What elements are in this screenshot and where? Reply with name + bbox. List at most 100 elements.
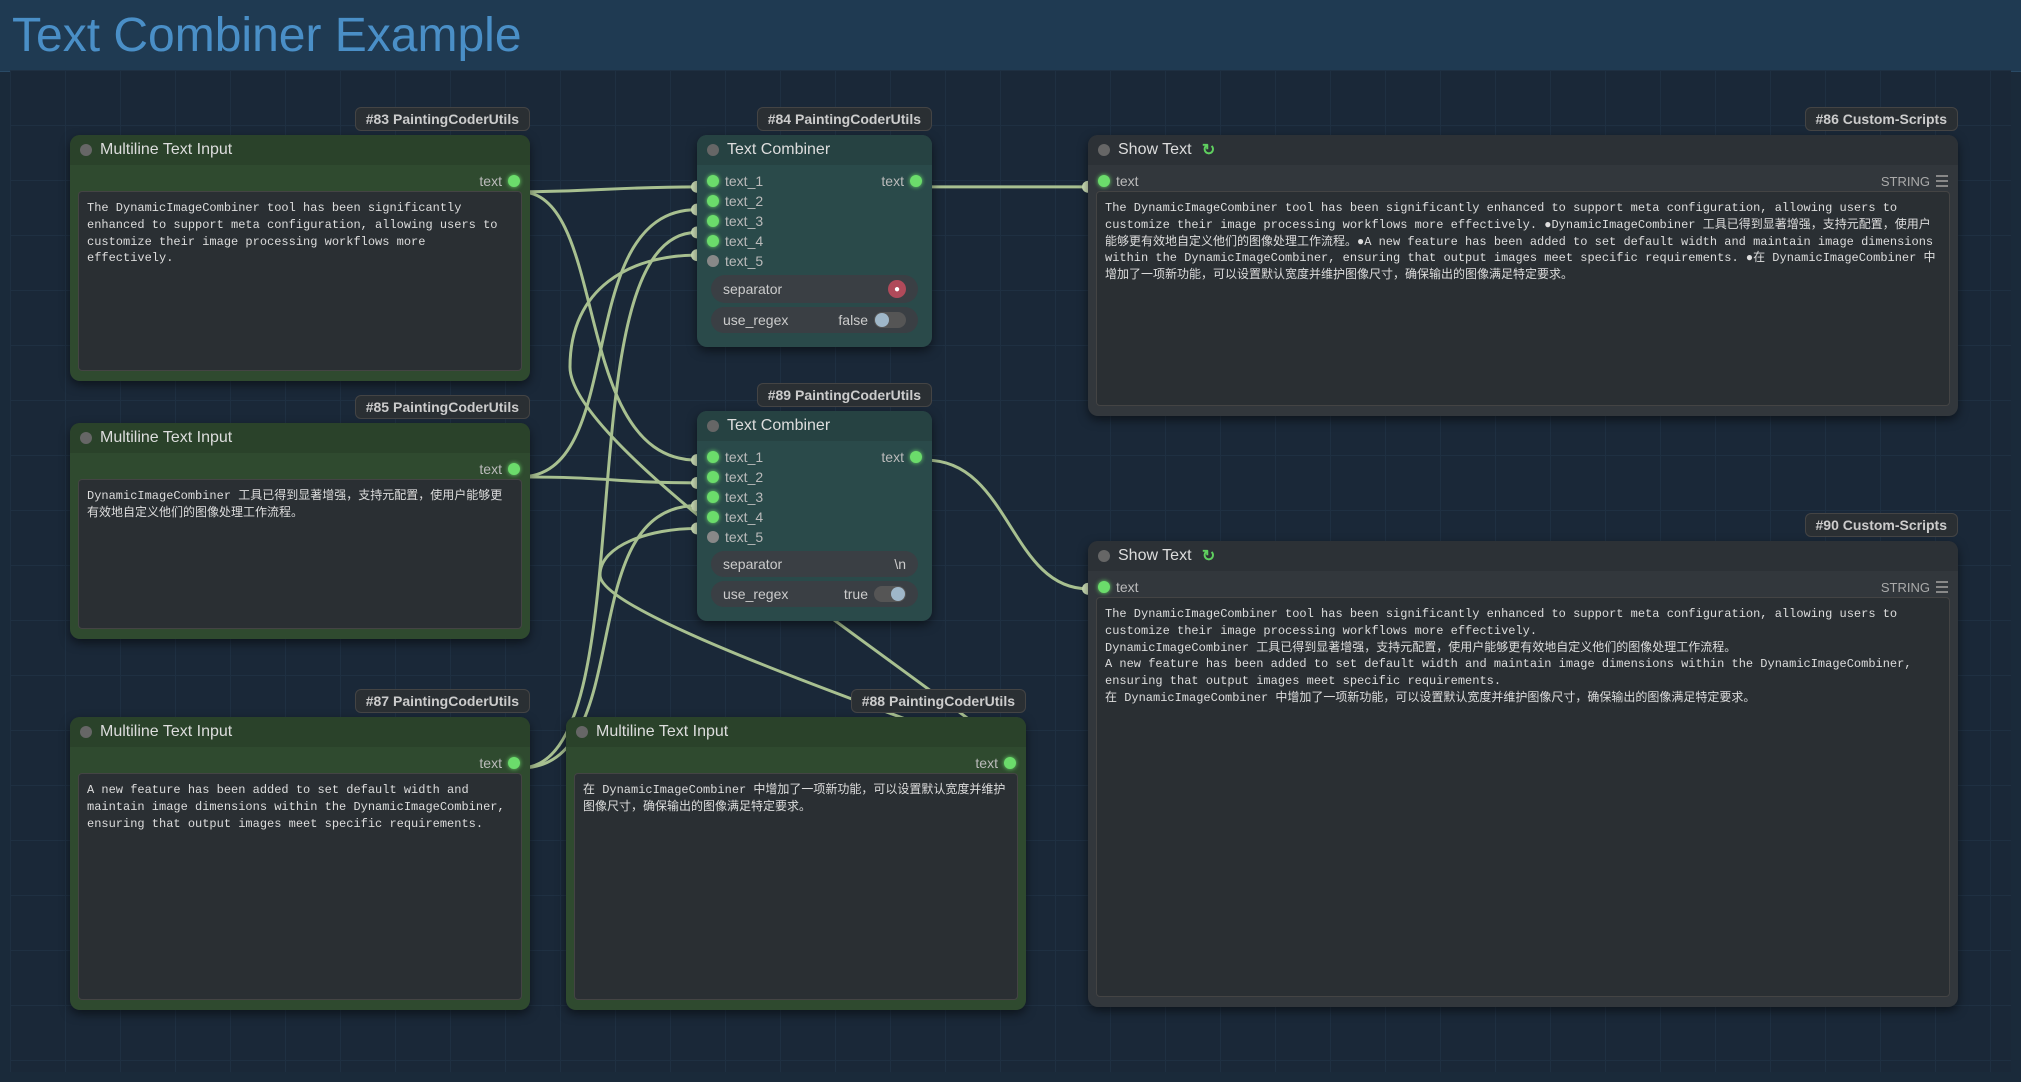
input-label: text [1116,579,1139,595]
output-port-icon[interactable] [1004,757,1016,769]
node-showtext-86[interactable]: #86 Custom-Scripts Show Text ↻ text STRI… [1088,135,1958,416]
toggle-icon[interactable] [874,312,906,328]
output-text[interactable]: The DynamicImageCombiner tool has been s… [1096,191,1950,406]
input-label: text_2 [725,469,763,485]
output-port-icon[interactable] [910,451,922,463]
node-badge: #89 PaintingCoderUtils [757,383,932,407]
input-port-icon[interactable] [707,255,719,267]
node-multiline-85[interactable]: #85 PaintingCoderUtils Multiline Text In… [70,423,530,639]
input-port-icon[interactable] [707,215,719,227]
node-multiline-88[interactable]: #88 PaintingCoderUtils Multiline Text In… [566,717,1026,1010]
input-label: text [1116,173,1139,189]
node-title: Multiline Text Input [100,141,232,159]
collapse-icon[interactable] [80,144,92,156]
node-header[interactable]: Multiline Text Input [70,135,530,165]
input-port-icon[interactable] [1098,175,1110,187]
output-label: text [479,173,502,189]
node-title: Text Combiner [727,417,830,435]
node-badge: #86 Custom-Scripts [1805,107,1958,131]
input-port-icon[interactable] [707,175,719,187]
widget-label: separator [723,281,782,297]
collapse-icon[interactable] [80,432,92,444]
input-port-icon[interactable] [707,195,719,207]
separator-widget[interactable]: separator ● [711,275,918,303]
separator-value-icon: ● [888,280,906,298]
input-label: text_3 [725,213,763,229]
node-badge: #87 PaintingCoderUtils [355,689,530,713]
node-header[interactable]: Multiline Text Input [70,717,530,747]
grip-icon[interactable] [1936,175,1948,187]
node-title: Text Combiner [727,141,830,159]
output-label: text [975,755,998,771]
input-label: text_5 [725,529,763,545]
node-title: Multiline Text Input [100,723,232,741]
node-header[interactable]: Show Text ↻ [1088,541,1958,571]
node-canvas[interactable]: #83 PaintingCoderUtils Multiline Text In… [10,70,2011,1072]
text-input[interactable]: DynamicImageCombiner 工具已得到显著增强，支持元配置，使用户… [78,479,522,629]
input-port-icon[interactable] [1098,581,1110,593]
output-port-icon[interactable] [508,757,520,769]
input-label: text_4 [725,509,763,525]
grip-icon[interactable] [1936,581,1948,593]
output-type-label: STRING [1881,580,1930,595]
node-title: Show Text [1118,141,1192,159]
widget-label: use_regex [723,312,788,328]
input-port-icon[interactable] [707,235,719,247]
text-input[interactable]: 在 DynamicImageCombiner 中增加了一项新功能，可以设置默认宽… [574,773,1018,1000]
output-type-label: STRING [1881,174,1930,189]
output-label: text [881,173,904,189]
input-label: text_2 [725,193,763,209]
node-title: Multiline Text Input [100,429,232,447]
node-combiner-89[interactable]: #89 PaintingCoderUtils Text Combiner tex… [697,411,932,621]
use-regex-widget[interactable]: use_regex false [711,307,918,333]
node-badge: #88 PaintingCoderUtils [851,689,1026,713]
input-label: text_1 [725,173,763,189]
node-header[interactable]: Multiline Text Input [566,717,1026,747]
recycle-icon[interactable]: ↻ [1200,141,1218,159]
output-label: text [479,755,502,771]
collapse-icon[interactable] [1098,550,1110,562]
output-port-icon[interactable] [508,463,520,475]
node-multiline-87[interactable]: #87 PaintingCoderUtils Multiline Text In… [70,717,530,1010]
recycle-icon[interactable]: ↻ [1200,547,1218,565]
node-title: Multiline Text Input [596,723,728,741]
node-title: Show Text [1118,547,1192,565]
node-header[interactable]: Text Combiner [697,411,932,441]
node-header[interactable]: Show Text ↻ [1088,135,1958,165]
node-combiner-84[interactable]: #84 PaintingCoderUtils Text Combiner tex… [697,135,932,347]
input-port-icon[interactable] [707,491,719,503]
node-header[interactable]: Text Combiner [697,135,932,165]
text-input[interactable]: A new feature has been added to set defa… [78,773,522,1000]
node-multiline-83[interactable]: #83 PaintingCoderUtils Multiline Text In… [70,135,530,381]
text-input[interactable]: The DynamicImageCombiner tool has been s… [78,191,522,371]
collapse-icon[interactable] [80,726,92,738]
input-port-icon[interactable] [707,471,719,483]
widget-label: use_regex [723,586,788,602]
input-label: text_4 [725,233,763,249]
output-label: text [479,461,502,477]
output-port-icon[interactable] [508,175,520,187]
input-port-icon[interactable] [707,531,719,543]
toggle-icon[interactable] [874,586,906,602]
input-label: text_1 [725,449,763,465]
node-badge: #90 Custom-Scripts [1805,513,1958,537]
node-showtext-90[interactable]: #90 Custom-Scripts Show Text ↻ text STRI… [1088,541,1958,1007]
node-badge: #85 PaintingCoderUtils [355,395,530,419]
node-badge: #83 PaintingCoderUtils [355,107,530,131]
collapse-icon[interactable] [707,144,719,156]
output-label: text [881,449,904,465]
widget-value: false [838,312,868,328]
node-header[interactable]: Multiline Text Input [70,423,530,453]
widget-label: separator [723,556,782,572]
widget-value: \n [894,556,906,572]
input-port-icon[interactable] [707,451,719,463]
node-badge: #84 PaintingCoderUtils [757,107,932,131]
collapse-icon[interactable] [1098,144,1110,156]
output-text[interactable]: The DynamicImageCombiner tool has been s… [1096,597,1950,997]
collapse-icon[interactable] [576,726,588,738]
output-port-icon[interactable] [910,175,922,187]
separator-widget[interactable]: separator \n [711,551,918,577]
collapse-icon[interactable] [707,420,719,432]
use-regex-widget[interactable]: use_regex true [711,581,918,607]
input-port-icon[interactable] [707,511,719,523]
